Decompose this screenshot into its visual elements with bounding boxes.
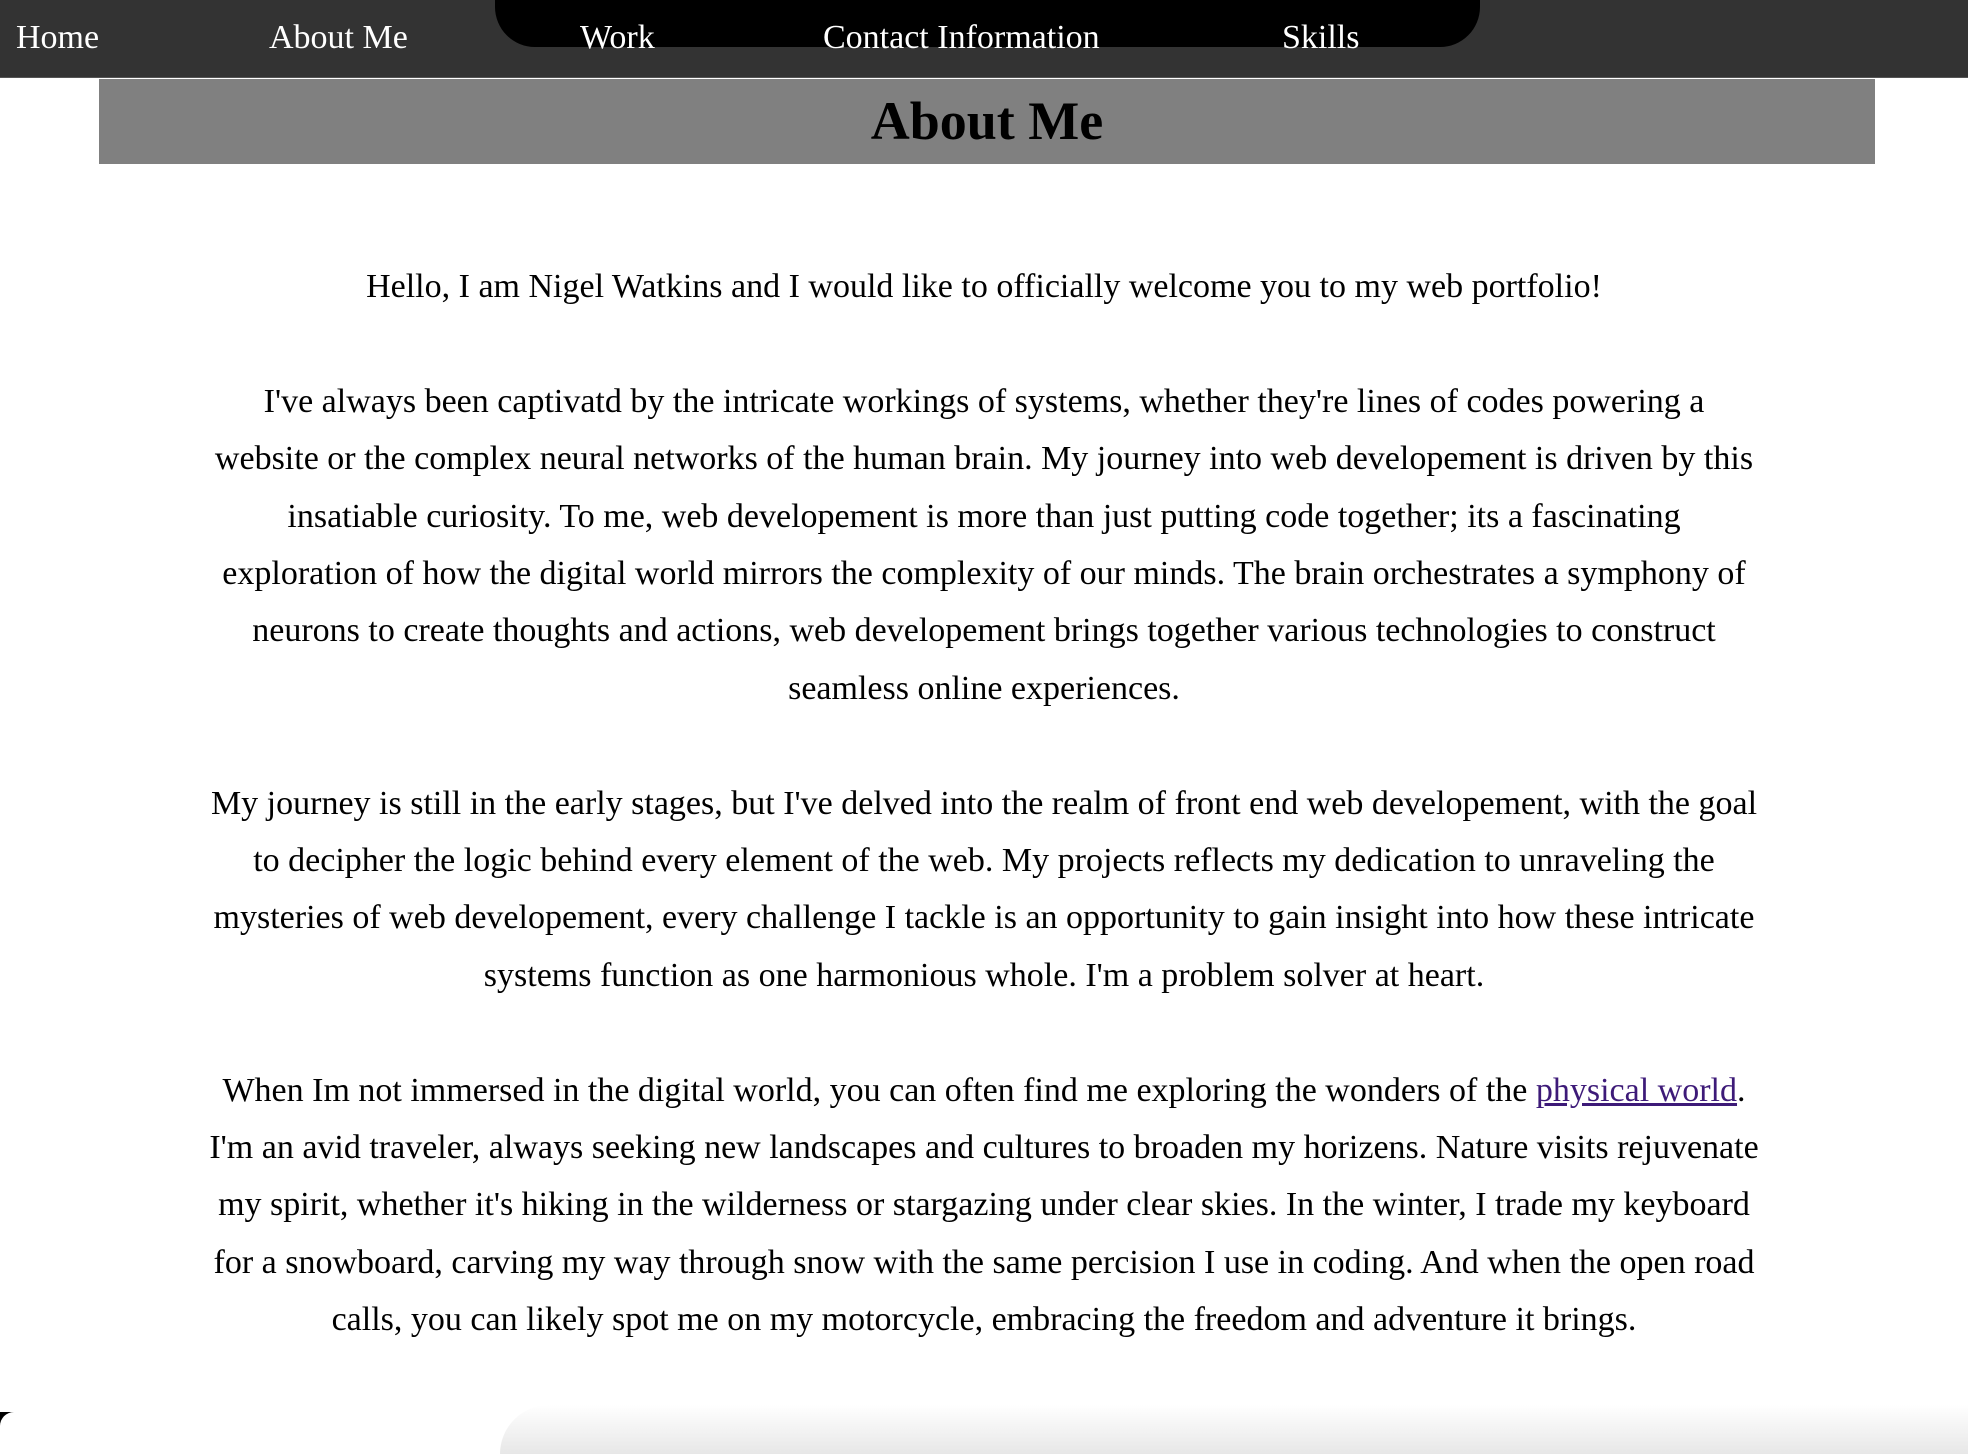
bio-paragraph-2: My journey is still in the early stages,… [210, 784, 1758, 994]
page-title: About Me [870, 91, 1104, 151]
bio-paragraph-3: When Im not immersed in the digital worl… [208, 1062, 1760, 1349]
bottom-shadow-overlay [500, 1405, 1968, 1454]
nav-link-about-me[interactable]: About Me [269, 14, 408, 62]
bio-paragraph-1: I've always been captivatd by the intric… [214, 382, 1754, 707]
physical-world-link[interactable]: physical world [1536, 1072, 1737, 1109]
nav-link-skills[interactable]: Skills [1282, 14, 1359, 62]
about-content: Hello, I am Nigel Watkins and I would li… [208, 258, 1760, 1406]
paragraph-text-before-link: When Im not immersed in the digital worl… [222, 1071, 1536, 1109]
nav-link-contact-information[interactable]: Contact Information [823, 14, 1100, 62]
nav-link-work[interactable]: Work [580, 14, 655, 62]
nav-link-home[interactable]: Home [16, 14, 99, 62]
section-header: About Me [99, 79, 1875, 164]
paragraph-text-after-link: . I'm an avid traveler, always seeking n… [209, 1071, 1759, 1339]
top-navbar: Home About Me Work Contact Information S… [0, 0, 1968, 78]
intro-paragraph: Hello, I am Nigel Watkins and I would li… [366, 268, 1602, 305]
window-corner [0, 1412, 14, 1454]
